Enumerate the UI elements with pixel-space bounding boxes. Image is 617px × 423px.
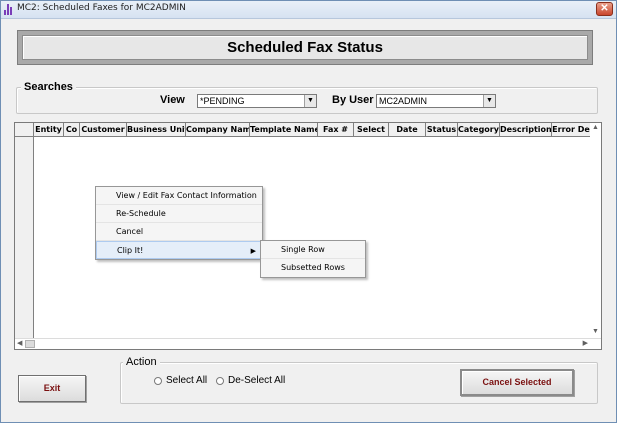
menu-item-label: Subsetted Rows (281, 263, 345, 272)
clip-it-submenu: Single Row Subsetted Rows (260, 240, 366, 278)
title-bar[interactable]: MC2: Scheduled Faxes for MC2ADMIN ✕ (1, 1, 616, 19)
window-title: MC2: Scheduled Faxes for MC2ADMIN (17, 3, 186, 13)
scroll-up-icon[interactable]: ▲ (592, 124, 599, 131)
user-dropdown[interactable]: MC2ADMIN ▼ (376, 94, 496, 108)
action-group: Action Select All De-Select All Cancel S… (120, 356, 598, 404)
scroll-down-icon[interactable]: ▼ (592, 328, 599, 335)
select-all-option[interactable]: Select All (154, 375, 207, 386)
menu-item-reschedule[interactable]: Re-Schedule (96, 205, 262, 223)
user-dropdown-value: MC2ADMIN (379, 96, 428, 106)
scroll-left-icon[interactable]: ◀ (17, 339, 22, 347)
column-header[interactable]: Entity (34, 123, 64, 137)
chevron-down-icon[interactable]: ▼ (304, 95, 316, 107)
page-title: Scheduled Fax Status (227, 39, 383, 56)
deselect-all-radio[interactable] (216, 376, 224, 385)
select-all-radio[interactable] (154, 376, 162, 385)
scroll-thumb[interactable] (25, 340, 35, 348)
menu-item-clip-it[interactable]: Clip It! ▶ (96, 241, 262, 259)
column-header[interactable]: Description (500, 123, 552, 137)
select-all-label: Select All (166, 375, 208, 386)
exit-button[interactable]: Exit (18, 375, 86, 402)
column-header[interactable]: Business Unit (127, 123, 186, 137)
searches-group: Searches View *PENDING ▼ By User MC2ADMI… (16, 81, 598, 114)
menu-item-label: View / Edit Fax Contact Information (116, 191, 257, 200)
scroll-right-icon[interactable]: ▶ (583, 339, 588, 347)
header-banner-inner: Scheduled Fax Status (22, 35, 588, 60)
view-dropdown-value: *PENDING (200, 96, 245, 106)
view-dropdown[interactable]: *PENDING ▼ (197, 94, 317, 108)
submenu-item-single-row[interactable]: Single Row (261, 241, 365, 259)
column-header[interactable]: Fax # (318, 123, 354, 137)
menu-item-label: Single Row (281, 245, 325, 254)
deselect-all-option[interactable]: De-Select All (216, 375, 285, 386)
cancel-selected-button[interactable]: Cancel Selected (460, 369, 574, 396)
menu-item-label: Clip It! (117, 246, 144, 255)
chevron-down-icon[interactable]: ▼ (483, 95, 495, 107)
menu-item-cancel[interactable]: Cancel (96, 223, 262, 241)
column-header[interactable]: Template Name (250, 123, 318, 137)
main-window: MC2: Scheduled Faxes for MC2ADMIN ✕ Sche… (0, 0, 617, 423)
header-banner: Scheduled Fax Status (17, 30, 593, 65)
grid-header: Entity Co Customer Business Unit Company… (15, 123, 591, 137)
column-header[interactable]: Error De (552, 123, 590, 137)
app-icon (4, 4, 14, 15)
context-menu: View / Edit Fax Contact Information Re-S… (95, 186, 263, 260)
action-label: Action (123, 356, 160, 368)
column-header[interactable]: Date (389, 123, 426, 137)
chevron-right-icon: ▶ (250, 247, 256, 255)
vertical-scrollbar[interactable]: ▲ ▼ (590, 123, 601, 337)
row-indicator-column (15, 137, 34, 349)
column-header[interactable]: Company Name (186, 123, 250, 137)
column-header[interactable]: Customer (80, 123, 127, 137)
close-icon[interactable]: ✕ (596, 2, 613, 16)
submenu-item-subsetted-rows[interactable]: Subsetted Rows (261, 259, 365, 277)
horizontal-scrollbar[interactable]: ◀ ▶ (15, 338, 601, 349)
menu-item-label: Cancel (116, 227, 144, 236)
view-label: View (160, 94, 185, 106)
column-header[interactable]: Co (64, 123, 80, 137)
menu-item-label: Re-Schedule (116, 209, 166, 218)
client-area: Scheduled Fax Status Searches View *PEND… (1, 20, 616, 422)
cancel-selected-label: Cancel Selected (482, 377, 552, 387)
exit-button-label: Exit (43, 383, 61, 393)
menu-item-view-edit-contact[interactable]: View / Edit Fax Contact Information (96, 187, 262, 205)
deselect-all-label: De-Select All (228, 375, 286, 386)
by-user-label: By User (332, 94, 374, 106)
row-selector-header[interactable] (15, 123, 34, 137)
searches-label: Searches (21, 81, 76, 93)
column-header[interactable]: Status (426, 123, 458, 137)
column-header[interactable]: Select (354, 123, 389, 137)
column-header[interactable]: Category (458, 123, 500, 137)
